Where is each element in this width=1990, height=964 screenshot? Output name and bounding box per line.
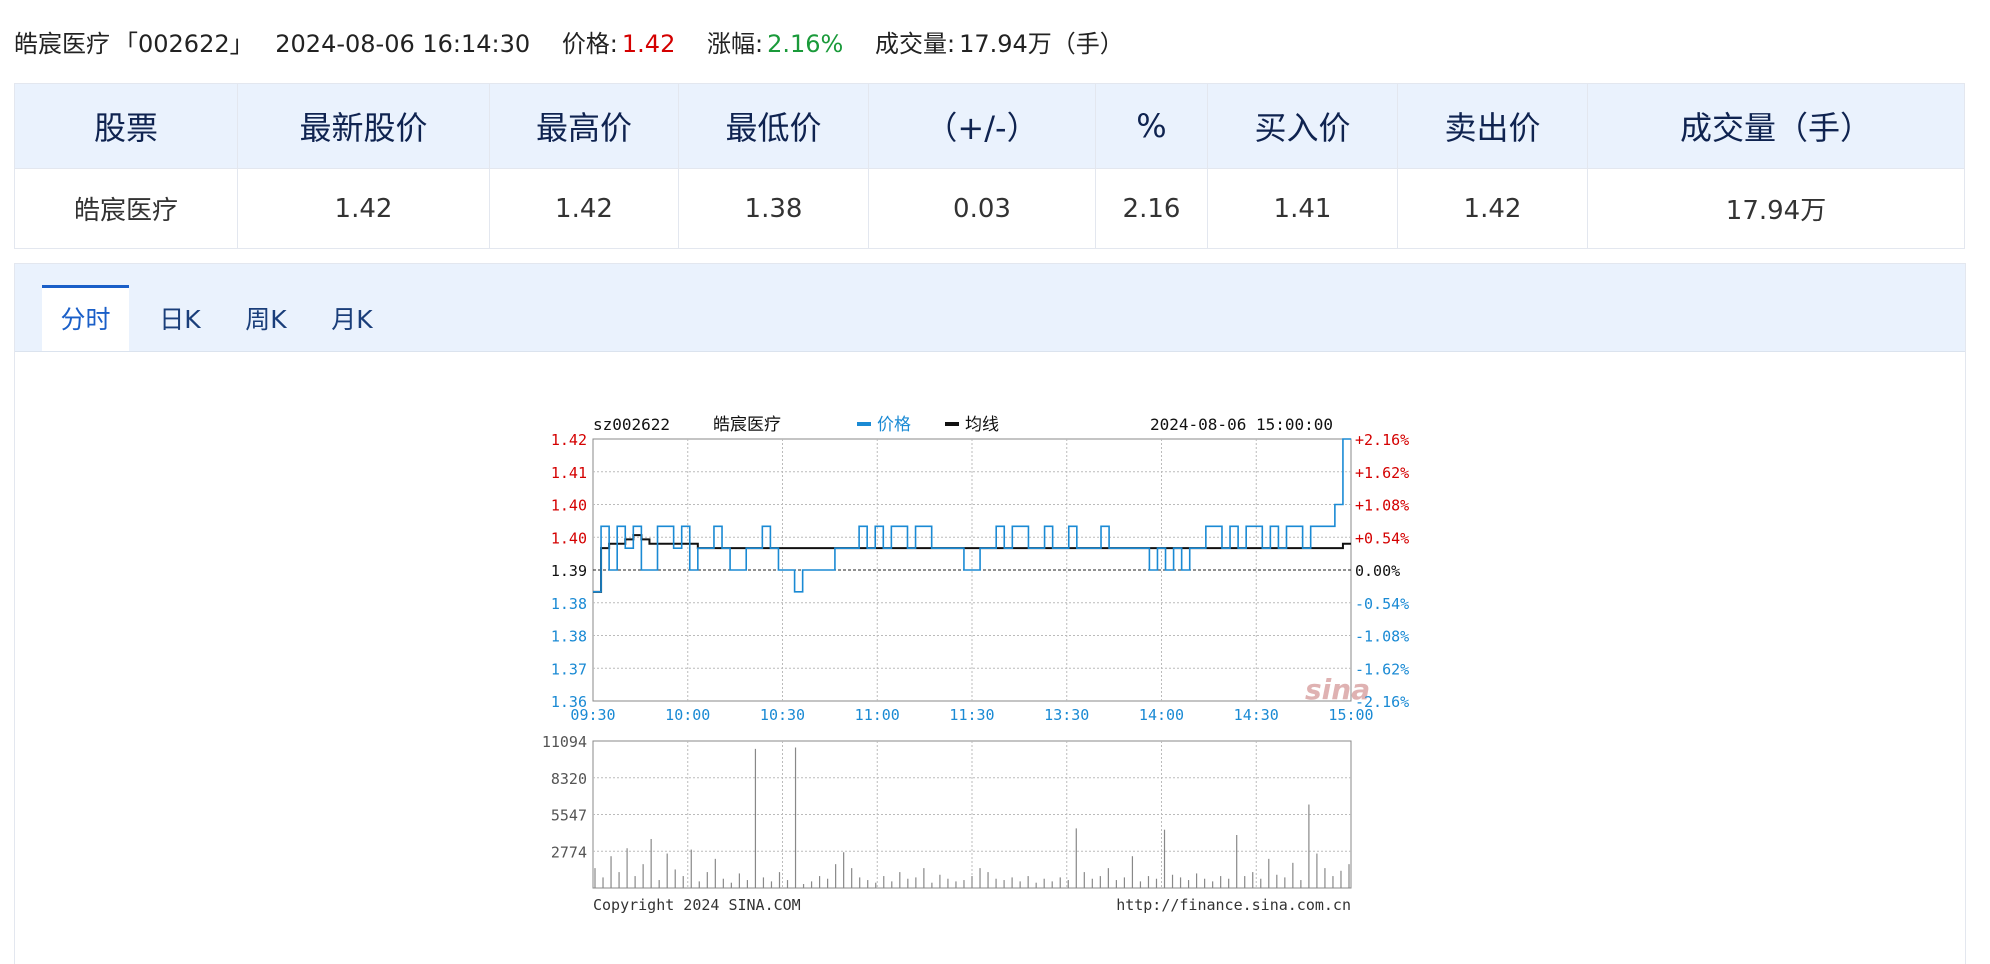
legend-price-label: 价格 xyxy=(877,415,911,435)
cell-bid: 1.41 xyxy=(1207,168,1398,249)
y-right-tick-label: +1.08% xyxy=(1355,497,1409,515)
header-bid: 买入价 xyxy=(1207,83,1398,169)
price-value: 1.42 xyxy=(621,30,676,58)
x-tick-label: 15:00 xyxy=(1328,706,1373,724)
header-volume: 成交量（手） xyxy=(1587,83,1965,169)
source-url: http://finance.sina.com.cn xyxy=(1116,896,1351,914)
y-right-tick-label: 0.00% xyxy=(1355,562,1400,580)
x-tick-label: 14:30 xyxy=(1234,706,1279,724)
chart-code: sz002622 xyxy=(593,415,670,434)
x-tick-label: 11:00 xyxy=(855,706,900,724)
price-label: 价格: xyxy=(561,30,618,58)
y-left-tick-label: 1.38 xyxy=(551,628,587,646)
cell-change: 0.03 xyxy=(868,168,1096,249)
chart-panel: 分时 日K 周K 月K sz002622 皓宸医疗 价格 均线 2024-08-… xyxy=(14,263,1966,964)
quote-table: 股票 最新股价 最高价 最低价 （+/-） % 买入价 卖出价 成交量（手） 皓… xyxy=(14,83,1965,249)
header-change: （+/-） xyxy=(868,83,1096,169)
y-right-tick-label: -1.62% xyxy=(1355,660,1409,678)
header-low: 最低价 xyxy=(678,83,869,169)
table-header-row: 股票 最新股价 最高价 最低价 （+/-） % 买入价 卖出价 成交量（手） xyxy=(14,83,1965,169)
table-row: 皓宸医疗 1.42 1.42 1.38 0.03 2.16 1.41 1.42 … xyxy=(14,168,1965,249)
y-right-tick-label: -0.54% xyxy=(1355,595,1409,613)
y-left-tick-label: 1.40 xyxy=(551,497,587,515)
header-latest-price: 最新股价 xyxy=(237,83,490,169)
y-right-tick-label: +2.16% xyxy=(1355,431,1409,449)
change-value: 2.16% xyxy=(767,30,844,58)
x-tick-label: 13:30 xyxy=(1044,706,1089,724)
y-left-tick-label: 1.38 xyxy=(551,595,587,613)
cell-latest-price: 1.42 xyxy=(237,168,490,249)
legend-avg-swatch xyxy=(945,422,959,426)
intraday-chart: sz002622 皓宸医疗 价格 均线 2024-08-06 15:00:00 … xyxy=(542,415,1409,914)
x-tick-label: 14:00 xyxy=(1139,706,1184,724)
y-left-tick-label: 1.40 xyxy=(551,529,587,547)
cell-stock: 皓宸医疗 xyxy=(14,168,238,249)
quote-datetime: 2024-08-06 16:14:30 xyxy=(275,30,531,58)
volume-tick-label: 2774 xyxy=(551,843,587,861)
header-ask: 卖出价 xyxy=(1397,83,1588,169)
header-high: 最高价 xyxy=(489,83,679,169)
y-left-tick-label: 1.37 xyxy=(551,660,587,678)
x-tick-label: 10:00 xyxy=(665,706,710,724)
cell-high: 1.42 xyxy=(489,168,679,249)
legend-avg-label: 均线 xyxy=(965,415,999,435)
volume-tick-label: 11094 xyxy=(542,733,587,751)
cell-low: 1.38 xyxy=(678,168,869,249)
volume-value: 17.94万（手） xyxy=(959,30,1124,58)
x-tick-label: 11:30 xyxy=(949,706,994,724)
y-right-tick-label: +0.54% xyxy=(1355,529,1409,547)
copyright-text: Copyright 2024 SINA.COM xyxy=(593,896,801,914)
stock-name: 皓宸医疗 xyxy=(14,30,110,58)
y-left-tick-label: 1.39 xyxy=(551,562,587,580)
chart-stock-name: 皓宸医疗 xyxy=(713,415,781,435)
volume-label: 成交量: xyxy=(874,30,956,58)
x-tick-label: 10:30 xyxy=(760,706,805,724)
y-right-tick-label: +1.62% xyxy=(1355,464,1409,482)
y-left-tick-label: 1.41 xyxy=(551,464,587,482)
chart-datetime: 2024-08-06 15:00:00 xyxy=(1150,415,1333,434)
stock-code: 「002622」 xyxy=(114,30,254,58)
cell-percent: 2.16 xyxy=(1095,168,1208,249)
volume-tick-label: 8320 xyxy=(551,770,587,788)
cell-ask: 1.42 xyxy=(1397,168,1588,249)
legend-price-swatch xyxy=(857,422,871,426)
x-tick-label: 09:30 xyxy=(570,706,615,724)
y-right-tick-label: -1.08% xyxy=(1355,628,1409,646)
volume-tick-label: 5547 xyxy=(551,807,587,825)
change-label: 涨幅: xyxy=(706,30,764,58)
cell-volume: 17.94万 xyxy=(1587,168,1965,249)
header-percent: % xyxy=(1095,83,1208,169)
y-left-tick-label: 1.42 xyxy=(551,431,587,449)
quote-summary: 皓宸医疗 「002622」 2024-08-06 16:14:30 价格: 1.42… xyxy=(14,24,1128,59)
header-stock: 股票 xyxy=(14,83,238,169)
